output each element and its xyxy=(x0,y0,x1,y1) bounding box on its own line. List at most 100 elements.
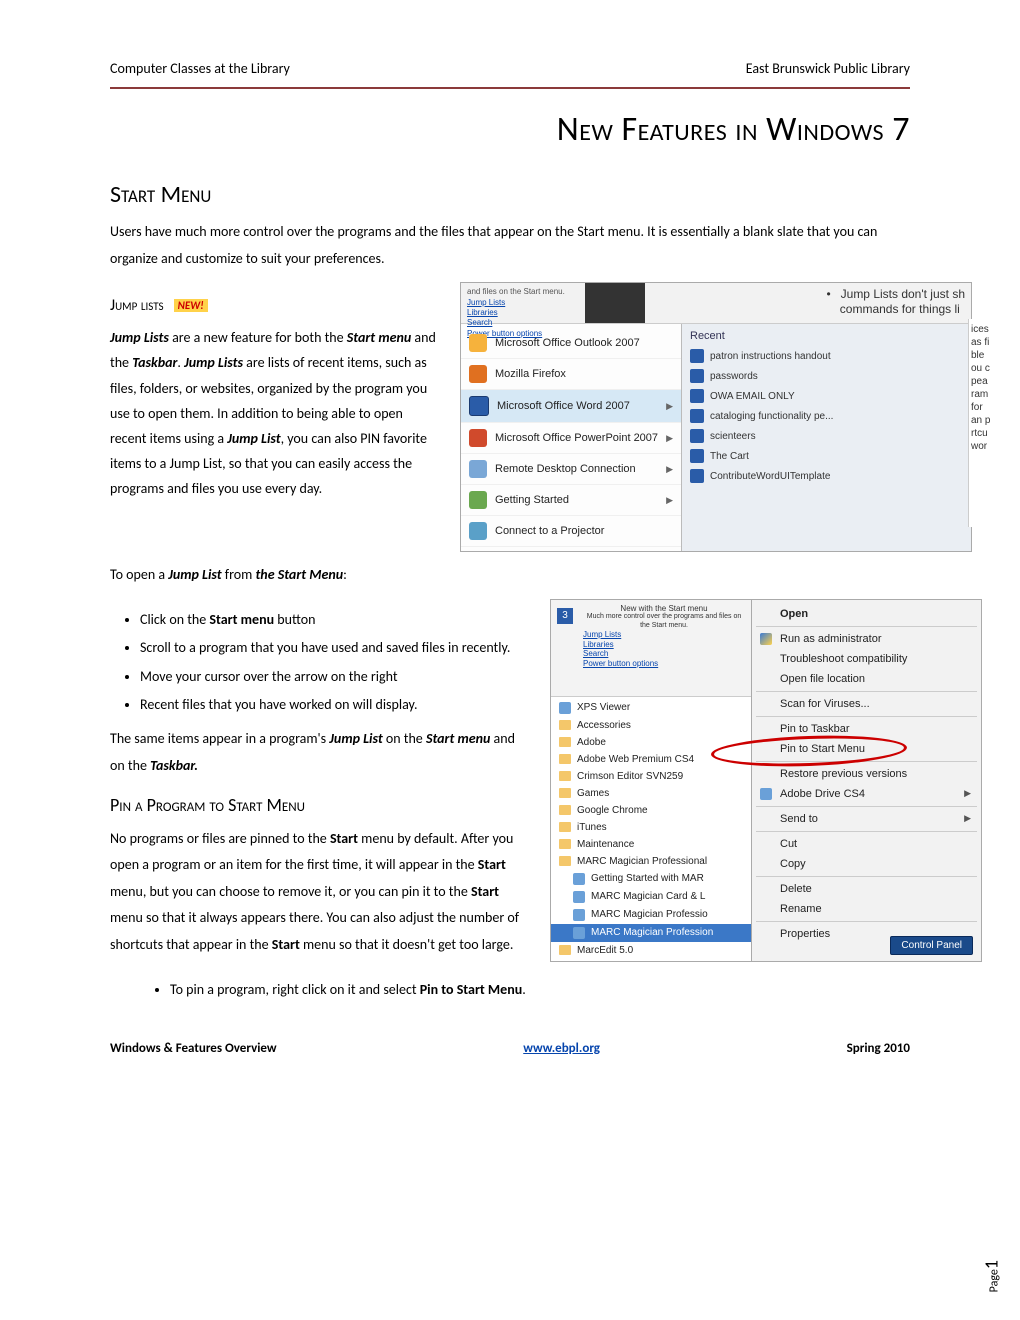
page-thumb-icon: 3 xyxy=(557,608,573,624)
jump-list-item[interactable]: cataloging functionality pe... xyxy=(690,406,963,426)
program-list-item[interactable]: iTunes xyxy=(551,819,751,836)
new-badge: NEW! xyxy=(174,299,208,312)
context-menu-item[interactable]: Rename xyxy=(752,899,981,919)
shield-icon xyxy=(760,633,772,645)
folder-icon xyxy=(559,822,571,832)
start-menu-item[interactable]: Microsoft Office Word 2007 ▶ xyxy=(461,390,681,423)
header-rule xyxy=(110,87,910,89)
program-list-item[interactable]: Games xyxy=(551,785,751,802)
program-list-item[interactable]: MARC Magician Professio xyxy=(551,906,751,924)
program-label: Getting Started xyxy=(495,494,569,506)
screenshot-jump-list: and files on the Start menu. Jump Lists … xyxy=(460,282,972,552)
document-title: New Features in Windows 7 xyxy=(110,109,910,150)
document-icon xyxy=(690,449,704,463)
start-menu-body: Users have much more control over the pr… xyxy=(110,219,910,272)
shot1-edge-text: icesas fibleou cpearamforan prtcuwor xyxy=(968,319,1020,527)
context-menu-item[interactable]: Troubleshoot compatibility xyxy=(752,649,981,669)
footer-right: Spring 2010 xyxy=(847,1041,910,1056)
program-list-item[interactable]: MARC Magician Profession xyxy=(551,924,751,942)
context-menu-item[interactable]: Open xyxy=(752,604,981,624)
program-icon xyxy=(469,365,487,383)
app-icon xyxy=(573,873,585,885)
footer-left: Windows & Features Overview xyxy=(110,1041,277,1056)
chevron-right-icon: ▶ xyxy=(964,813,971,824)
program-icon xyxy=(469,429,487,447)
context-menu-item[interactable]: Send to▶ xyxy=(752,809,981,829)
folder-icon xyxy=(559,805,571,815)
program-label: Connect to a Projector xyxy=(495,525,604,537)
folder-icon xyxy=(559,788,571,798)
menu-separator xyxy=(756,831,977,832)
context-menu-item[interactable]: Delete xyxy=(752,879,981,899)
chevron-right-icon: ▶ xyxy=(666,433,673,444)
program-label: Mozilla Firefox xyxy=(495,368,566,380)
program-list-item[interactable]: Maintenance xyxy=(551,836,751,853)
start-menu-item[interactable]: Microsoft Office PowerPoint 2007 ▶ xyxy=(461,423,681,454)
menu-separator xyxy=(756,876,977,877)
menu-separator xyxy=(756,921,977,922)
start-menu-item[interactable]: Microsoft Office Outlook 2007 xyxy=(461,328,681,359)
document-icon xyxy=(690,369,704,383)
context-menu-item[interactable]: Copy xyxy=(752,854,981,874)
program-icon xyxy=(469,522,487,540)
start-menu-item[interactable]: Mozilla Firefox xyxy=(461,359,681,390)
context-menu-item[interactable]: Restore previous versions xyxy=(752,764,981,784)
program-label: Microsoft Office PowerPoint 2007 xyxy=(495,432,658,444)
app-icon xyxy=(573,909,585,921)
context-menu-item[interactable]: Run as administrator xyxy=(752,629,981,649)
app-icon xyxy=(573,891,585,903)
document-icon xyxy=(690,349,704,363)
folder-icon xyxy=(559,737,571,747)
document-icon xyxy=(690,389,704,403)
all-programs-list: XPS ViewerAccessoriesAdobeAdobe Web Prem… xyxy=(551,697,751,961)
jump-list-item[interactable]: ContributeWordUITemplate xyxy=(690,466,963,486)
program-list-item[interactable]: Adobe Web Premium CS4 xyxy=(551,751,751,768)
program-list-item[interactable]: Getting Started with MAR xyxy=(551,870,751,888)
context-menu-item[interactable]: Adobe Drive CS4▶ xyxy=(752,784,981,804)
menu-separator xyxy=(756,691,977,692)
start-menu-item[interactable]: Connect to a Projector xyxy=(461,516,681,547)
chevron-right-icon: ▶ xyxy=(964,788,971,799)
folder-icon xyxy=(559,839,571,849)
menu-separator xyxy=(756,761,977,762)
menu-separator xyxy=(756,716,977,717)
jump-list-item[interactable]: OWA EMAIL ONLY xyxy=(690,386,963,406)
folder-icon xyxy=(559,771,571,781)
context-menu-item[interactable]: Pin to Start Menu xyxy=(752,739,981,759)
context-menu-item[interactable]: Cut xyxy=(752,834,981,854)
context-menu[interactable]: Open Run as administratorTroubleshoot com… xyxy=(752,600,981,961)
program-label: Remote Desktop Connection xyxy=(495,463,636,475)
header-right: East Brunswick Public Library xyxy=(746,60,910,77)
context-menu-item[interactable]: Pin to Taskbar xyxy=(752,719,981,739)
folder-icon xyxy=(559,720,571,730)
footer-link[interactable]: www.ebpl.org xyxy=(523,1041,600,1056)
program-list-item[interactable]: MARC Magician Professional xyxy=(551,853,751,870)
context-menu-item[interactable]: Open file location xyxy=(752,669,981,689)
program-list-item[interactable]: Google Chrome xyxy=(551,802,751,819)
program-list-item[interactable]: MARC Magician Card & L xyxy=(551,888,751,906)
context-menu-item[interactable]: Scan for Viruses... xyxy=(752,694,981,714)
menu-separator xyxy=(756,806,977,807)
document-icon xyxy=(690,469,704,483)
program-list-item[interactable]: Crimson Editor SVN259 xyxy=(551,768,751,785)
pin-body: No programs or files are pinned to the S… xyxy=(110,826,530,959)
jump-lists-heading: Jump lists NEW! xyxy=(110,296,440,315)
jump-list-item[interactable]: The Cart xyxy=(690,446,963,466)
jump-list-item[interactable]: passwords xyxy=(690,366,963,386)
start-menu-item[interactable]: Getting Started ▶ xyxy=(461,485,681,516)
app-icon xyxy=(559,702,571,714)
program-list-item[interactable]: XPS Viewer xyxy=(551,699,751,717)
header-left: Computer Classes at the Library xyxy=(110,60,290,77)
app-icon xyxy=(760,788,772,800)
program-list-item[interactable]: Adobe xyxy=(551,734,751,751)
program-list-item[interactable]: MarcEdit 5.0 xyxy=(551,942,751,959)
control-panel-button[interactable]: Control Panel xyxy=(890,936,973,955)
jump-list-item[interactable]: scienteers xyxy=(690,426,963,446)
menu-separator xyxy=(756,626,977,627)
pin-heading: Pin a Program to Start Menu xyxy=(110,794,530,816)
jump-list-item[interactable]: patron instructions handout xyxy=(690,346,963,366)
program-list-item[interactable]: Accessories xyxy=(551,717,751,734)
start-menu-item[interactable]: Remote Desktop Connection ▶ xyxy=(461,454,681,485)
folder-icon xyxy=(559,856,571,866)
folder-icon xyxy=(559,754,571,764)
